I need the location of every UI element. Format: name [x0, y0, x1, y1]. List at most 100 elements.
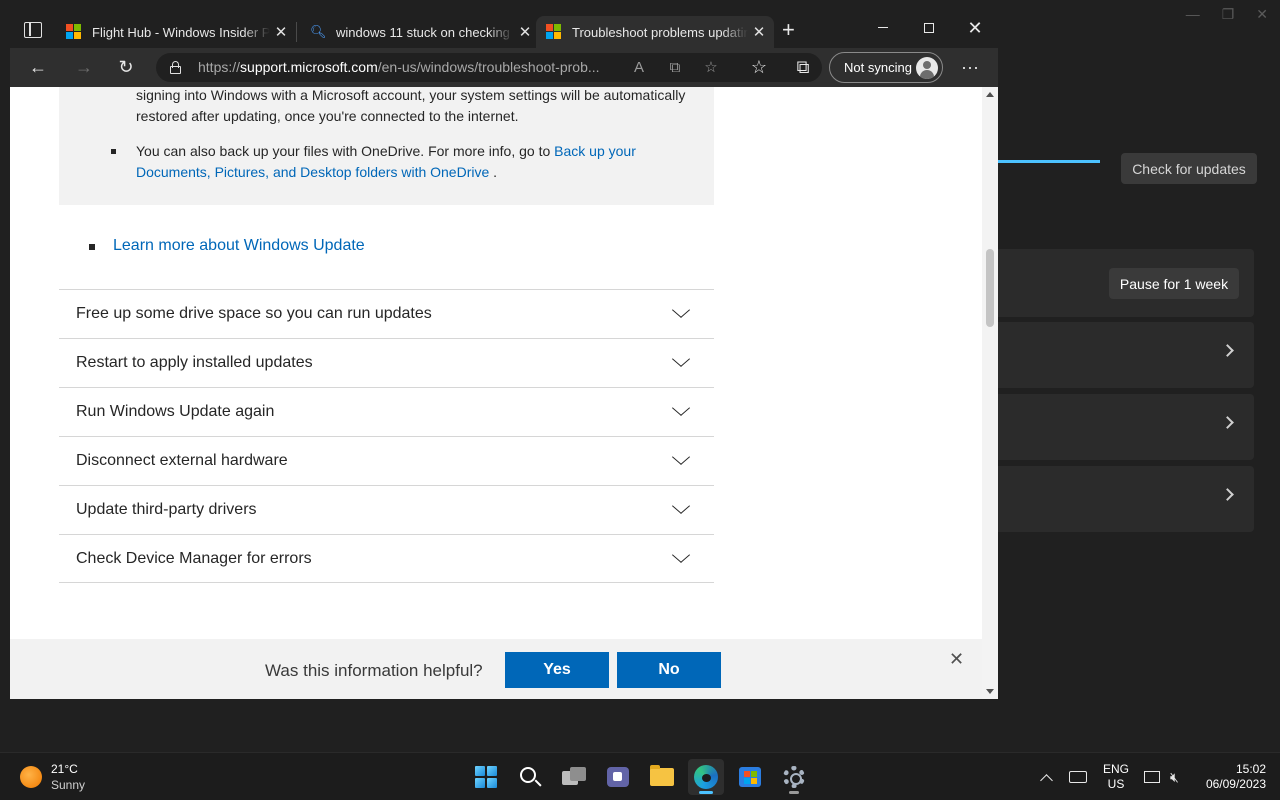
troubleshoot-accordion: Free up some drive space so you can run … — [59, 289, 714, 583]
pause-for-1-week-button[interactable]: Pause for 1 week — [1109, 268, 1239, 299]
learn-more-windows-update-link[interactable]: Learn more about Windows Update — [113, 237, 365, 255]
accordion-item[interactable]: Update third-party drivers — [59, 485, 714, 534]
feedback-bar: Was this information helpful? Yes No ✕ — [10, 639, 982, 699]
weather-condition[interactable]: Sunny — [51, 778, 85, 792]
tab-separator — [296, 22, 297, 42]
favorites-icon[interactable]: ☆ — [743, 48, 775, 87]
gear-icon — [783, 766, 805, 788]
weather-temperature[interactable]: 21°C — [51, 762, 78, 776]
url-text[interactable]: https://support.microsoft.com/en-us/wind… — [198, 59, 618, 75]
running-indicator — [699, 791, 713, 794]
feedback-yes-button[interactable]: Yes — [505, 652, 609, 688]
store-button[interactable] — [732, 759, 768, 795]
chevron-down-icon — [671, 351, 691, 367]
teams-chat-button[interactable] — [600, 759, 636, 795]
avatar-icon — [916, 57, 938, 79]
accordion-item[interactable]: Disconnect external hardware — [59, 436, 714, 485]
microsoft-logo-icon — [546, 24, 562, 40]
taskbar: 21°C Sunny ENG US 🔇︎ 15:02 06/09/2023 — [0, 752, 1280, 800]
more-options-icon[interactable]: ··· — [954, 48, 986, 87]
store-icon — [739, 767, 761, 787]
lock-icon[interactable] — [170, 61, 181, 74]
bullet — [111, 149, 116, 154]
tab-troubleshoot[interactable]: Troubleshoot problems updating ✕ — [536, 16, 774, 48]
tab-title: windows 11 stuck on checking fo — [336, 24, 514, 40]
profile-sync-button[interactable]: Not syncing — [829, 52, 943, 83]
minimize-button[interactable] — [860, 16, 906, 40]
page-viewport: signing into Windows with a Microsoft ac… — [10, 87, 998, 699]
collections-icon[interactable]: ⧉ — [787, 48, 819, 87]
address-bar[interactable]: https://support.microsoft.com/en-us/wind… — [156, 53, 822, 82]
forward-button[interactable]: → — [68, 48, 100, 87]
accordion-item[interactable]: Restart to apply installed updates — [59, 338, 714, 387]
clock[interactable]: 15:02 06/09/2023 — [1200, 762, 1266, 792]
file-explorer-button[interactable] — [644, 759, 680, 795]
settings-card-insider-program[interactable] — [998, 466, 1254, 532]
volume-muted-icon[interactable]: 🔇︎ — [1170, 753, 1179, 800]
close-icon[interactable]: ✕ — [270, 23, 292, 41]
show-hidden-icons-button[interactable] — [1040, 753, 1056, 800]
accordion-item[interactable]: Free up some drive space so you can run … — [59, 289, 714, 338]
accordion-item[interactable]: Check Device Manager for errors — [59, 534, 714, 583]
input-language-indicator[interactable]: ENG US — [1100, 762, 1132, 792]
window-close-button[interactable]: ✕ — [952, 16, 998, 40]
scroll-down-icon[interactable] — [986, 689, 994, 694]
close-icon[interactable]: ✕ — [949, 649, 964, 670]
task-view-button[interactable] — [556, 759, 592, 795]
edge-icon — [694, 765, 718, 789]
start-button[interactable] — [468, 759, 504, 795]
accordion-item[interactable]: Run Windows Update again — [59, 387, 714, 436]
bullet — [89, 244, 95, 250]
running-indicator — [789, 791, 799, 794]
add-favorite-icon[interactable]: ☆ — [700, 57, 722, 79]
split-screen-icon[interactable]: ⧉ — [664, 57, 686, 79]
sun-icon[interactable] — [20, 766, 42, 788]
accordion-title: Restart to apply installed updates — [76, 354, 313, 371]
taskbar-search-button[interactable] — [512, 759, 548, 795]
new-tab-button[interactable]: + — [782, 19, 795, 41]
page-scrollbar[interactable] — [982, 87, 998, 699]
tab-actions-icon[interactable] — [24, 22, 42, 38]
settings-close-icon[interactable]: ✕ — [1256, 6, 1268, 23]
feedback-question: Was this information helpful? — [265, 661, 483, 680]
settings-card-update-history[interactable] — [998, 322, 1254, 388]
back-button[interactable]: ← — [22, 48, 54, 87]
close-icon[interactable]: ✕ — [748, 23, 770, 41]
accordion-title: Run Windows Update again — [76, 403, 275, 420]
chevron-down-icon — [671, 302, 691, 318]
folder-icon — [650, 765, 674, 786]
browser-toolbar: ← → ↻ https://support.microsoft.com/en-u… — [10, 48, 998, 87]
check-for-updates-button[interactable]: Check for updates — [1121, 153, 1257, 184]
settings-taskbar-button[interactable] — [776, 759, 812, 795]
tab-title: Troubleshoot problems updating — [572, 24, 748, 40]
windows-logo-icon — [475, 766, 497, 788]
tab-title: Flight Hub - Windows Insider Pr — [92, 24, 270, 40]
chevron-down-icon — [671, 400, 691, 416]
network-icon[interactable] — [1144, 753, 1160, 800]
scrollbar-thumb[interactable] — [986, 249, 994, 327]
tab-flight-hub[interactable]: Flight Hub - Windows Insider Pr ✕ — [56, 16, 296, 48]
settings-maximize-icon[interactable]: ❐ — [1222, 6, 1235, 23]
settings-card-advanced-options[interactable] — [998, 394, 1254, 460]
feedback-no-button[interactable]: No — [617, 652, 721, 688]
accordion-title: Disconnect external hardware — [76, 452, 288, 469]
tab-bar: Flight Hub - Windows Insider Pr ✕ 🔍︎ win… — [10, 8, 998, 48]
settings-minimize-icon[interactable]: — — [1186, 6, 1200, 23]
maximize-button[interactable] — [906, 16, 952, 40]
browser-window: Flight Hub - Windows Insider Pr ✕ 🔍︎ win… — [10, 8, 998, 699]
search-icon: 🔍︎ — [310, 24, 327, 39]
refresh-button[interactable]: ↻ — [110, 48, 142, 87]
search-icon — [520, 767, 536, 783]
microsoft-logo-icon — [66, 24, 82, 40]
scroll-up-icon[interactable] — [986, 92, 994, 97]
touch-keyboard-icon[interactable] — [1069, 753, 1087, 800]
chevron-down-icon — [671, 547, 691, 563]
chevron-right-icon — [1221, 488, 1234, 501]
tab-search-result[interactable]: 🔍︎ windows 11 stuck on checking fo ✕ — [300, 16, 540, 48]
close-icon[interactable]: ✕ — [514, 23, 536, 41]
edge-taskbar-button[interactable] — [688, 759, 724, 795]
teams-icon — [607, 767, 629, 787]
task-view-icon — [562, 767, 586, 787]
note-box: signing into Windows with a Microsoft ac… — [59, 87, 714, 205]
read-aloud-icon[interactable]: A — [628, 57, 650, 79]
